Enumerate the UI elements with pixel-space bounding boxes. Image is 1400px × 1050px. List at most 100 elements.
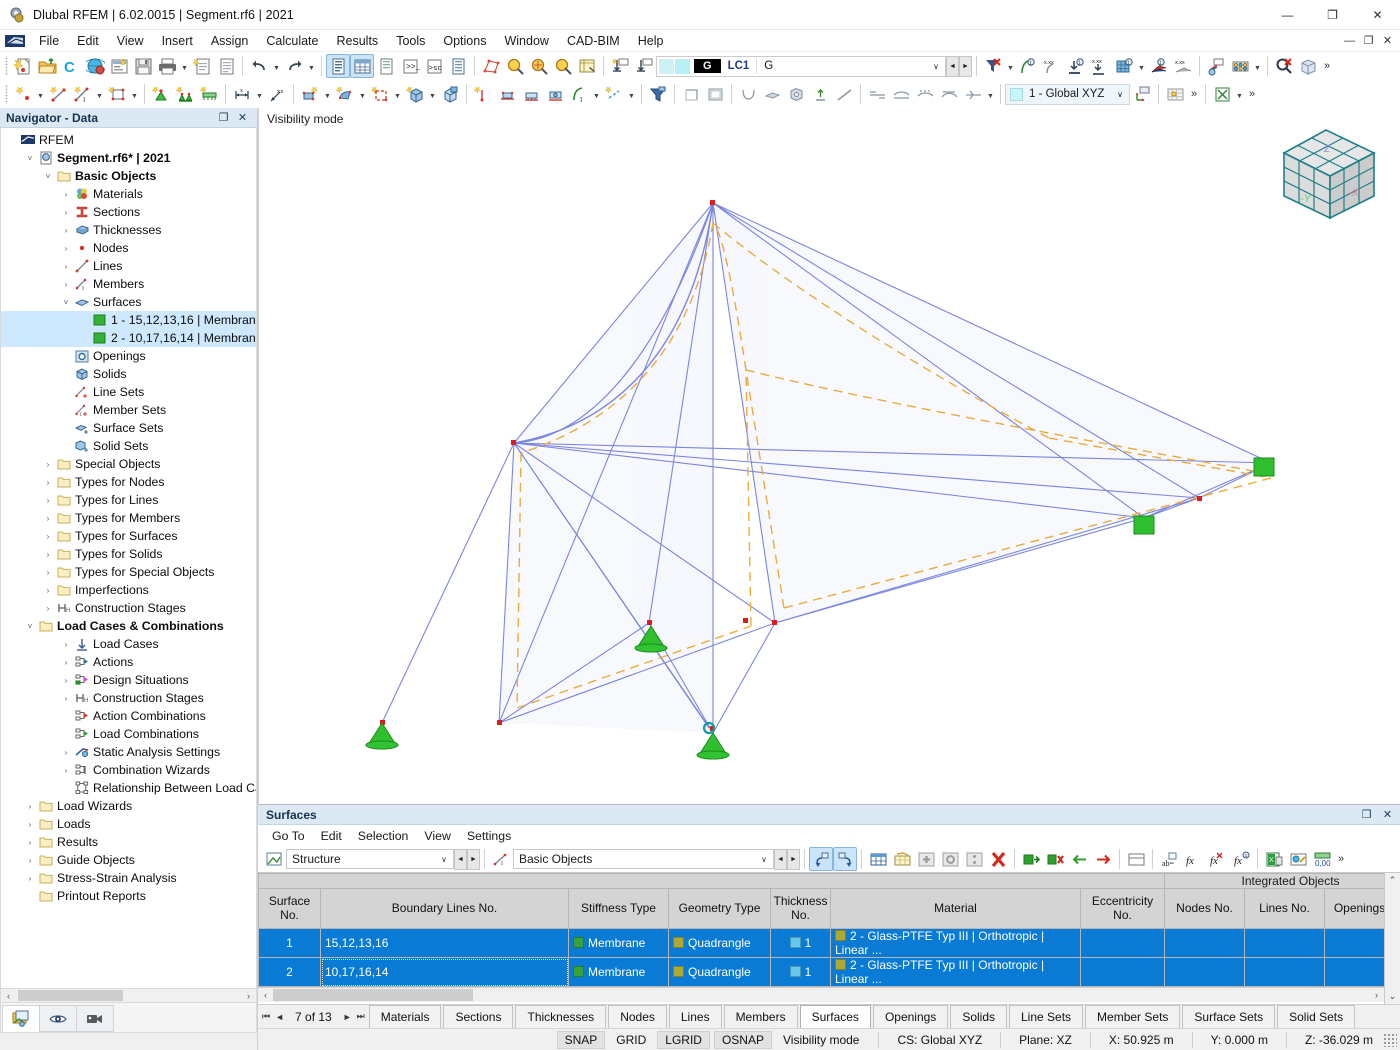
table-menu-goto[interactable]: Go To (264, 827, 313, 845)
grid-scroll-up-icon[interactable]: ⌃ (1389, 875, 1397, 886)
opening-dropdown-caret[interactable]: ▼ (392, 82, 403, 106)
table-view-icon[interactable] (1124, 847, 1148, 871)
grid-column-header[interactable]: Boundary Lines No. (320, 888, 569, 929)
data-navigator-tab[interactable] (2, 1005, 40, 1032)
tree-item-1-15-12-13-16-membrane-c[interactable]: 1 - 15,12,13,16 | Membrane | C (1, 311, 256, 329)
menu-edit[interactable]: Edit (68, 32, 108, 50)
3d-model-icon[interactable] (1296, 54, 1320, 78)
result-beam-dropdown-caret[interactable]: ▼ (591, 82, 602, 106)
globe-model-icon[interactable] (83, 54, 107, 78)
solid-box-view-icon[interactable] (784, 82, 808, 106)
grid-column-header[interactable]: Geometry Type (668, 888, 771, 929)
prev-record-button[interactable]: ◄ (275, 1012, 284, 1022)
tree-item-segment-rf6-2021[interactable]: ˅ Segment.rf6* | 2021 (1, 149, 256, 167)
tree-item-2-10-17-16-14-membrane-c[interactable]: 2 - 10,17,16,14 | Membrane | C (1, 329, 256, 347)
status-snap-toggle[interactable]: SNAP (556, 1030, 606, 1049)
tree-item-types-for-members[interactable]: › Types for Members (1, 509, 256, 527)
cell-lines-no[interactable] (1244, 928, 1326, 958)
show-deformation-icon[interactable]: 1 (1016, 54, 1040, 78)
tree-item-load-combinations[interactable]: Load Combinations (1, 725, 256, 743)
tree-item-action-combinations[interactable]: Action Combinations (1, 707, 256, 725)
toolbar-grip[interactable] (4, 56, 9, 76)
chevron-down-icon[interactable]: ˅ (23, 154, 37, 163)
new-surface-support-icon[interactable] (197, 82, 221, 106)
chevron-down-icon[interactable]: ˅ (23, 622, 37, 631)
cell-surface-no[interactable]: 1 (258, 928, 321, 958)
print-dropdown-caret[interactable]: ▼ (179, 54, 190, 78)
grid-column-header[interactable]: Nodes No. (1164, 888, 1246, 929)
select-in-table-icon[interactable] (833, 847, 857, 871)
new-surface-icon[interactable] (105, 82, 129, 106)
tree-item-lines[interactable]: › Lines (1, 257, 256, 275)
table-row[interactable]: 1 15,12,13,16 Membrane Quadrangle 1 2 - Glass… (258, 928, 1384, 958)
document-minimize-button[interactable]: — (1341, 33, 1358, 49)
menu-options[interactable]: Options (434, 32, 495, 50)
tree-item-types-for-nodes[interactable]: › Types for Nodes (1, 473, 256, 491)
grid-column-header[interactable]: Material (830, 888, 1081, 929)
grid-scroll-down-icon[interactable]: ⌄ (1389, 991, 1397, 1002)
new-member-icon[interactable]: I (70, 82, 94, 106)
table-panel-restore-icon[interactable]: ❐ (1360, 808, 1373, 821)
cell-nodes-no[interactable] (1164, 957, 1246, 987)
chevron-right-icon[interactable]: › (59, 766, 73, 775)
status-lgrid-toggle[interactable]: LGRID (657, 1030, 710, 1049)
pan-icon[interactable] (551, 54, 575, 78)
first-record-button[interactable]: ⏮ (262, 1011, 270, 1022)
dimension-dropdown-caret[interactable]: ▼ (254, 82, 265, 106)
chevron-right-icon[interactable]: › (59, 640, 73, 649)
table-objects-combo[interactable]: Basic Objects ∨ (513, 849, 774, 869)
tree-item-solids[interactable]: Solids (1, 365, 256, 383)
table-split-icon[interactable] (962, 847, 986, 871)
menu-insert[interactable]: Insert (153, 32, 202, 50)
cell-thickness-no[interactable]: 1 (770, 928, 831, 958)
chevron-right-icon[interactable]: › (41, 532, 55, 541)
tree-item-surface-sets[interactable]: Surface Sets (1, 419, 256, 437)
support-display-5-icon[interactable] (961, 82, 985, 106)
dimension-icon[interactable]: x (230, 82, 254, 106)
free-load-dropdown-caret[interactable]: ▼ (357, 82, 368, 106)
cloud-icon[interactable]: C (59, 54, 83, 78)
chevron-right-icon[interactable]: › (41, 496, 55, 505)
member-eccentricity-icon[interactable] (543, 82, 567, 106)
cell-openings-no[interactable] (1324, 928, 1384, 958)
chevron-right-icon[interactable]: › (59, 208, 73, 217)
tree-item-nodes[interactable]: › Nodes (1, 239, 256, 257)
table-delete-icon[interactable] (986, 847, 1010, 871)
sheet-tab-surfaces[interactable]: Surfaces (799, 1005, 871, 1028)
toolbar-overflow-button[interactable]: » (1320, 54, 1334, 78)
menu-results[interactable]: Results (328, 32, 388, 50)
scroll-left-icon[interactable]: ‹ (1, 991, 16, 1001)
chevron-right-icon[interactable]: › (23, 856, 37, 865)
grid-settings-icon[interactable] (1163, 82, 1187, 106)
table-move-right-icon[interactable] (1091, 847, 1115, 871)
tree-item-load-cases-combinations[interactable]: ˅ Load Cases & Combinations (1, 617, 256, 635)
tree-item-special-objects[interactable]: › Special Objects (1, 455, 256, 473)
chevron-right-icon[interactable]: › (41, 550, 55, 559)
cell-geometry-type[interactable]: Quadrangle (668, 928, 771, 958)
chevron-right-icon[interactable]: › (59, 244, 73, 253)
view-settings-icon[interactable] (575, 54, 599, 78)
table-refresh-icon[interactable] (938, 847, 962, 871)
menu-help[interactable]: Help (629, 32, 673, 50)
document-restore-button[interactable]: ❐ (1360, 33, 1377, 49)
section-view-icon[interactable] (736, 82, 760, 106)
tree-item-relationship-between-load-case[interactable]: Relationship Between Load Case (1, 779, 256, 797)
chevron-right-icon[interactable]: › (41, 460, 55, 469)
sheet-tab-thicknesses[interactable]: Thicknesses (515, 1005, 607, 1028)
result-diagram-icon[interactable]: 1 (1147, 54, 1171, 78)
tree-item-static-analysis-settings[interactable]: › Static Analysis Settings (1, 743, 256, 761)
table-menu-settings[interactable]: Settings (459, 827, 519, 845)
surfaces-table[interactable]: Integrated Objects Surface No. Boundary Lin… (258, 873, 1384, 987)
solid-icon[interactable] (403, 82, 427, 106)
grid-scrollbar-thumb[interactable] (273, 989, 473, 1001)
menu-calculate[interactable]: Calculate (257, 32, 327, 50)
chevron-right-icon[interactable]: › (59, 676, 73, 685)
grid-horizontal-scrollbar[interactable]: ‹ › (258, 987, 1384, 1002)
new-nodal-support-icon[interactable] (149, 82, 173, 106)
resize-grip[interactable] (1383, 1032, 1397, 1047)
menu-view[interactable]: View (108, 32, 153, 50)
render-mode-icon[interactable] (479, 54, 503, 78)
sheet-tab-solids[interactable]: Solids (950, 1005, 1007, 1028)
support-reactions-icon[interactable]: 1 (1064, 54, 1088, 78)
table-objects-prev[interactable]: ◄ (774, 848, 787, 870)
